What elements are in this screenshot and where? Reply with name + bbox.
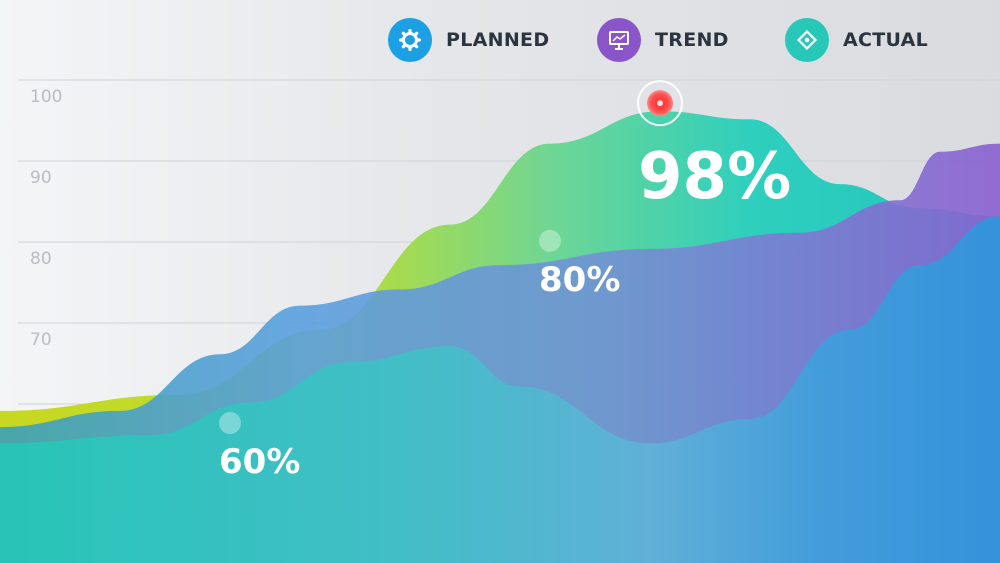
- legend-label-actual: ACTUAL: [843, 29, 929, 51]
- legend: PLANNED TREND ACTUAL: [0, 18, 1000, 62]
- legend-label-planned: PLANNED: [446, 29, 550, 51]
- y-tick-label: 80: [30, 249, 52, 269]
- y-tick-label: 90: [30, 168, 52, 188]
- legend-item-planned[interactable]: PLANNED: [388, 18, 549, 62]
- y-tick-label: 100: [30, 87, 62, 107]
- legend-item-trend[interactable]: TREND: [597, 18, 729, 62]
- annotation-label: 80%: [539, 260, 620, 300]
- chart-canvas: 1009080706050 60%80%98%: [0, 79, 1000, 563]
- y-tick-label: 70: [30, 330, 52, 350]
- legend-item-actual[interactable]: ACTUAL: [785, 18, 928, 62]
- annotation-label: 98%: [638, 140, 791, 214]
- annotation-label: 60%: [219, 442, 300, 482]
- annotation-dot[interactable]: [539, 229, 561, 252]
- target-icon: [785, 18, 829, 62]
- presentation-board-icon: [597, 18, 641, 62]
- series-areas: [0, 111, 1000, 563]
- legend-label-trend: TREND: [655, 29, 729, 51]
- highlight-dot-core: [657, 100, 663, 107]
- gear-icon: [388, 18, 432, 62]
- annotation-dot[interactable]: [219, 412, 241, 435]
